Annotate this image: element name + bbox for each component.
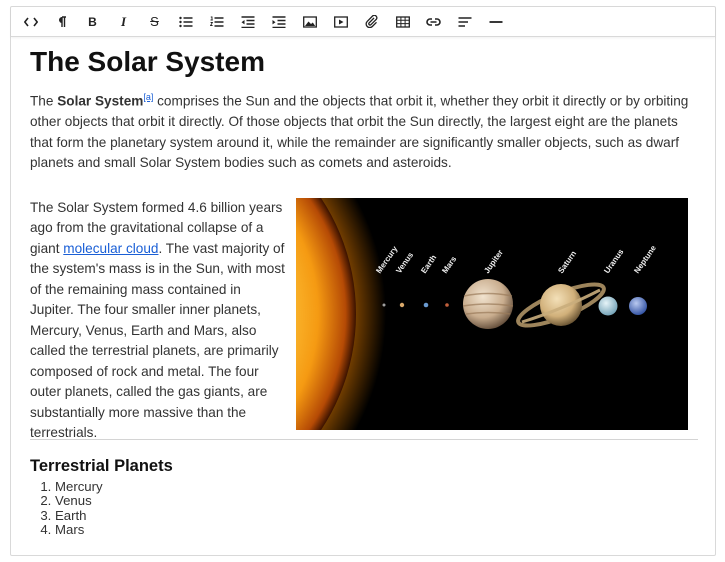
neptune-planet — [629, 296, 647, 315]
italic-label: I — [120, 13, 127, 29]
saturn-planet — [540, 283, 582, 326]
footnote-link[interactable]: [a] — [143, 92, 153, 102]
table-icon — [395, 15, 410, 28]
numbered-list-icon — [209, 16, 223, 27]
uranus-planet — [598, 296, 618, 316]
mars-planet — [445, 302, 449, 307]
indent-icon — [272, 15, 285, 28]
table-button[interactable] — [387, 10, 418, 34]
section-heading: Terrestrial Planets — [30, 456, 173, 475]
page-title: The Solar System — [30, 46, 265, 77]
attachment-button[interactable] — [356, 10, 387, 34]
earth-planet — [423, 302, 429, 307]
indent-button[interactable] — [263, 10, 294, 34]
outdent-button[interactable] — [232, 10, 263, 34]
align-left-icon — [458, 16, 471, 27]
molecular-cloud-link[interactable]: molecular cloud — [63, 241, 158, 256]
list-item: Mars — [55, 523, 698, 538]
planet-list: Mercury Venus Earth Mars — [30, 479, 698, 538]
rich-text-editor: B I S The Solar System The Solar System[… — [10, 6, 716, 556]
editor-content[interactable]: The Solar System The Solar System[a] com… — [30, 45, 698, 538]
numbered-list-button[interactable] — [201, 10, 232, 34]
link-button[interactable] — [418, 10, 449, 34]
bullet-list-icon — [178, 16, 192, 27]
bold-button[interactable]: B — [77, 10, 108, 34]
intro-prefix: The — [30, 93, 58, 109]
horizontal-rule-icon — [489, 20, 502, 23]
paragraph-button[interactable] — [46, 10, 77, 34]
bullet-list-button[interactable] — [170, 10, 201, 34]
code-icon — [23, 17, 38, 26]
intro-bold-term: Solar System — [57, 93, 144, 109]
code-view-button[interactable] — [15, 10, 46, 34]
strikethrough-label: S — [150, 14, 159, 29]
image-icon — [302, 15, 317, 28]
formation-text-end: . The vast majority of the system's mass… — [30, 240, 285, 441]
italic-button[interactable]: I — [108, 10, 139, 34]
formation-paragraph: The Solar System formed 4.6 billion year… — [30, 198, 288, 444]
solar-system-image[interactable]: Mercury Venus Earth Mars Jupiter Saturn Uranus… — [296, 197, 688, 430]
paperclip-icon — [365, 15, 377, 28]
bold-label: B — [88, 14, 97, 29]
strikethrough-button[interactable]: S — [139, 10, 170, 34]
align-button[interactable] — [449, 10, 480, 34]
horizontal-rule-button[interactable] — [480, 10, 511, 34]
list-item: Venus — [55, 494, 698, 509]
list-item: Mercury — [55, 479, 698, 495]
formation-section: The Solar System formed 4.6 billion year… — [30, 197, 698, 440]
intro-paragraph: The Solar System[a] comprises the Sun an… — [30, 87, 698, 174]
outdent-icon — [241, 15, 254, 28]
link-icon — [426, 17, 441, 26]
video-button[interactable] — [325, 10, 356, 34]
mercury-planet — [382, 303, 386, 307]
pilcrow-icon — [58, 15, 66, 27]
solar-system-illustration: MercuryVenus Earth Mars Jupiter Saturn Uranus… — [296, 197, 688, 430]
video-icon — [333, 15, 348, 28]
image-button[interactable] — [294, 10, 325, 34]
venus-planet — [399, 302, 405, 307]
editor-toolbar: B I S — [11, 7, 715, 37]
list-item: Earth — [55, 508, 698, 524]
